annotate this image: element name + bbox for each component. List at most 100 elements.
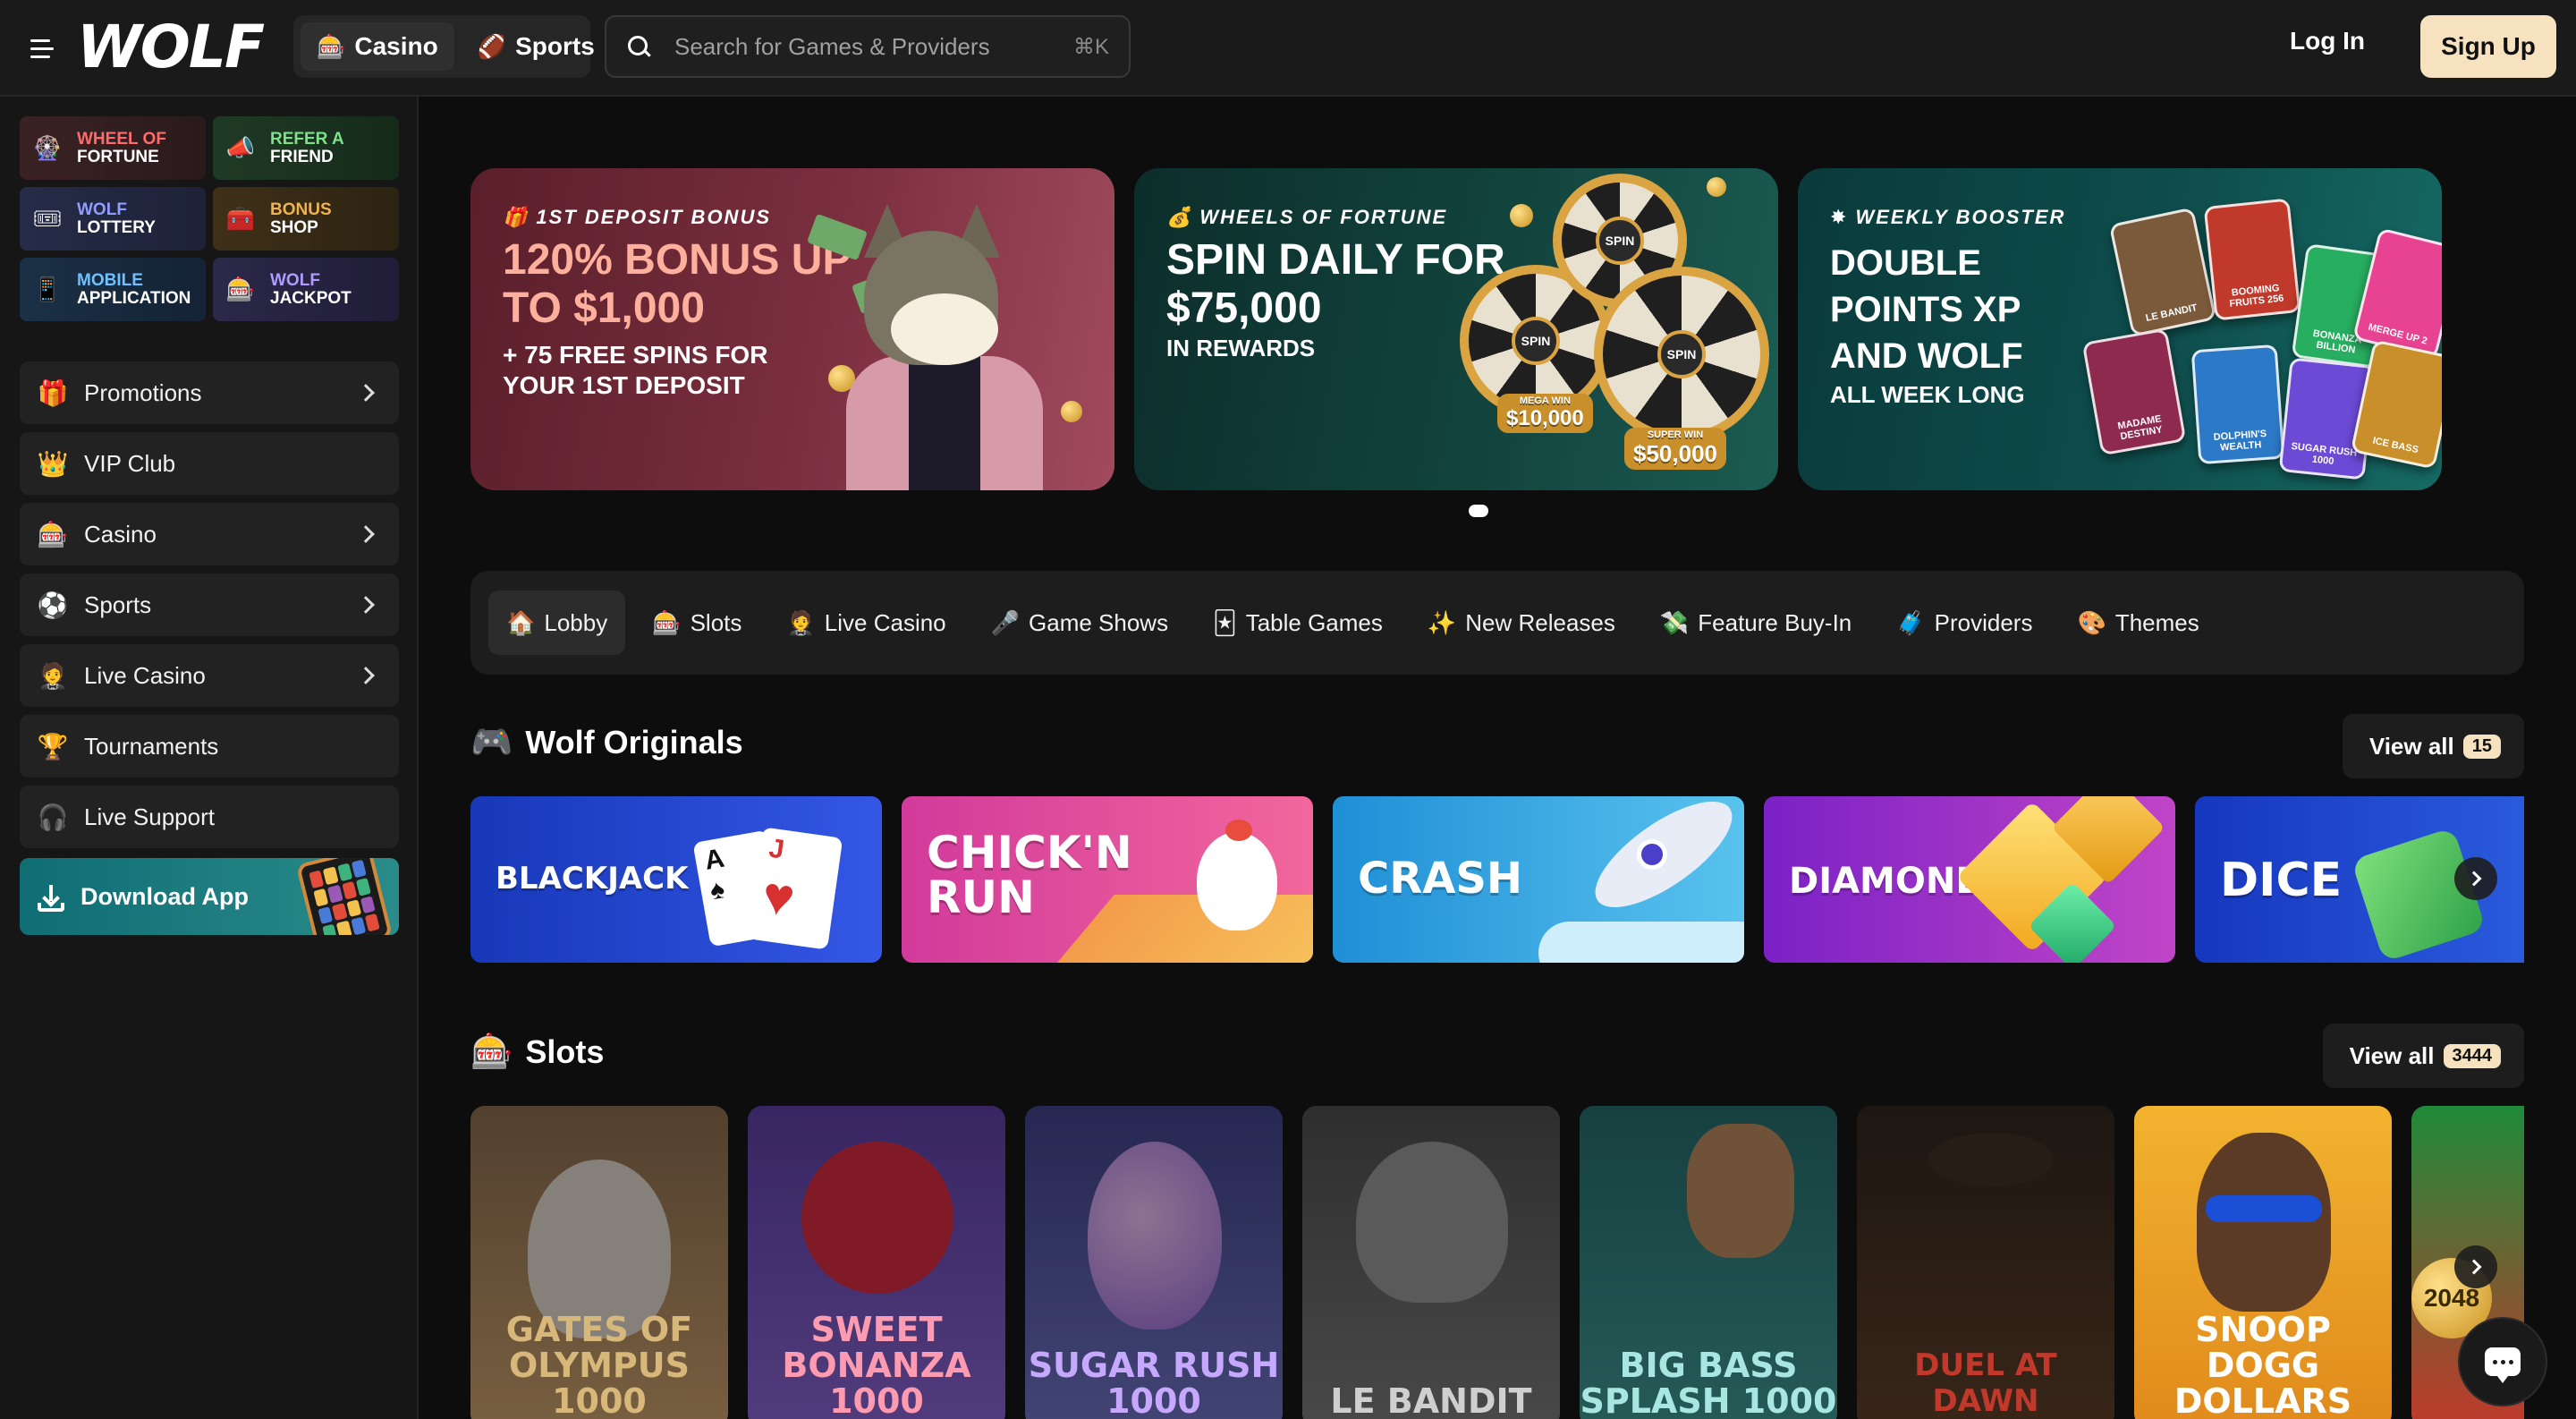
tab-live-casino[interactable]: 🤵 Live Casino (768, 591, 963, 655)
quick-link-line1: Refer a (270, 129, 344, 149)
game-tile-big-bass-splash[interactable]: BIG BASS SPLASH 1000 (1580, 1106, 1837, 1419)
game-tile-sweet-bonanza[interactable]: SWEET BONANZA 1000 (748, 1106, 1005, 1419)
game-title: DICE (2220, 854, 2343, 907)
main-content: 🎁 1st Deposit Bonus 120% BONUS UP TO $1,0… (420, 97, 2576, 1419)
quick-link-line1: Bonus (270, 200, 332, 219)
search-icon (626, 34, 651, 59)
sidebar-item-label: Sports (84, 591, 152, 618)
tab-casino[interactable]: 🎰 Casino (301, 22, 454, 71)
gamepad-icon: 🎮 (470, 724, 513, 761)
view-all-originals-button[interactable]: View all 15 (2342, 714, 2524, 778)
sidebar-item-tournaments[interactable]: 🏆 Tournaments (20, 715, 399, 777)
sidebar-item-live-casino[interactable]: 🤵 Live Casino (20, 644, 399, 707)
sidebar-item-promotions[interactable]: 🎁 Promotions (20, 361, 399, 424)
signup-button[interactable]: Sign Up (2420, 15, 2556, 78)
casino-icon: 🎰 (37, 520, 69, 548)
tab-feature-buy-in[interactable]: 💸 Feature Buy-In (1642, 591, 1869, 655)
banner-wheels-of-fortune[interactable]: 💰 Wheels of Fortune SPIN DAILY FOR $75,00… (1134, 168, 1778, 490)
category-bar: 🏠 Lobby 🎰 Slots 🤵 Live Casino 🎤 Game Shows 🃏… (470, 571, 2524, 675)
banner-headline: 120% BONUS UP TO $1,000 (503, 236, 851, 332)
tab-new-releases[interactable]: ✨ New Releases (1410, 591, 1633, 655)
slots-next-button[interactable] (2454, 1245, 2497, 1288)
download-app-button[interactable]: Download App (20, 858, 399, 935)
game-tile-crash[interactable]: CRASH (1333, 796, 1744, 963)
hamburger-menu-icon[interactable] (30, 34, 59, 63)
originals-next-button[interactable] (2454, 857, 2497, 900)
slot-machine-icon: 🎰 (652, 608, 682, 636)
view-all-slots-button[interactable]: View all 3444 (2322, 1024, 2524, 1088)
themes-icon: 🎨 (2077, 608, 2106, 636)
game-tile-le-bandit[interactable]: LE BANDIT (1302, 1106, 1560, 1419)
game-title: SNOOP DOGG DOLLARS (2174, 1310, 2352, 1419)
quick-link-line2: Application (77, 288, 191, 308)
quick-link-refer-a-friend[interactable]: 📣 Refer a Friend (213, 116, 399, 180)
chevron-right-icon (357, 384, 375, 402)
sidebar-item-live-support[interactable]: 🎧 Live Support (20, 786, 399, 848)
sidebar-item-label: Live Support (84, 803, 215, 830)
tab-table-games[interactable]: 🃏 Table Games (1195, 591, 1401, 655)
quick-link-wolf-jackpot[interactable]: 🎰 Wolf Jackpot (213, 258, 399, 321)
providers-icon: 🧳 (1896, 608, 1926, 636)
game-title: LE BANDIT (1330, 1381, 1532, 1419)
shop-icon: 🧰 (225, 205, 256, 232)
live-chat-button[interactable] (2458, 1317, 2547, 1406)
tab-providers[interactable]: 🧳 Providers (1878, 591, 2050, 655)
quick-link-bonus-shop[interactable]: 🧰 Bonus Shop (213, 187, 399, 251)
section-header-slots: 🎰 Slots (470, 1032, 604, 1072)
tab-themes[interactable]: 🎨 Themes (2059, 591, 2216, 655)
banner-subtext: IN REWARDS (1166, 335, 1316, 361)
banner-kicker: 1st Deposit Bonus (536, 206, 771, 228)
game-title: CHICK'N RUN (927, 827, 1132, 923)
game-tile-blackjack[interactable]: BLACKJACK A ♠ J ♥ (470, 796, 882, 963)
sunglasses-illustration (2206, 1195, 2322, 1222)
jack-card-illustration: J ♥ (747, 827, 843, 950)
quick-link-line2: Jackpot (270, 288, 352, 308)
quick-link-wolf-lottery[interactable]: 🎟 Wolf Lottery (20, 187, 206, 251)
sidebar-item-sports[interactable]: ⚽ Sports (20, 574, 399, 636)
game-tile-chickn-run[interactable]: CHICK'N RUN (902, 796, 1313, 963)
sidebar-item-label: Promotions (84, 378, 202, 406)
wheel-hub-label: SPIN (1512, 317, 1560, 365)
tab-game-shows[interactable]: 🎤 Game Shows (973, 591, 1186, 655)
tab-slots[interactable]: 🎰 Slots (634, 591, 759, 655)
quick-link-mobile-application[interactable]: 📱 Mobile Application (20, 258, 206, 321)
tab-lobby[interactable]: 🏠 Lobby (488, 591, 626, 655)
fortune-wheel-large: SPIN (1594, 267, 1769, 442)
carousel-indicator[interactable] (1469, 505, 1488, 517)
game-tile-gates-of-olympus[interactable]: GATES OF OLYMPUS 1000 (470, 1106, 728, 1419)
tab-label: Providers (1934, 608, 2033, 636)
tab-sports[interactable]: 🏈 Sports (462, 22, 611, 71)
game-tile-sugar-rush[interactable]: SUGAR RUSH 1000 (1025, 1106, 1283, 1419)
game-tile-duel-at-dawn[interactable]: DUEL AT DAWN (1857, 1106, 2114, 1419)
game-tile-snoop-dogg-dollars[interactable]: SNOOP DOGG DOLLARS (2134, 1106, 2392, 1419)
headset-icon: 🎧 (37, 803, 69, 831)
dealer-icon: 🤵 (37, 661, 69, 690)
sidebar-item-label: Live Casino (84, 661, 206, 689)
sidebar-item-casino[interactable]: 🎰 Casino (20, 503, 399, 565)
game-card-madame-destiny: MADAME DESTINY (2081, 327, 2187, 456)
banner-deposit-bonus[interactable]: 🎁 1st Deposit Bonus 120% BONUS UP TO $1,0… (470, 168, 1114, 490)
product-switch: 🎰 Casino 🏈 Sports (293, 15, 595, 78)
quick-link-line1: Wheel of (77, 129, 166, 149)
search-input[interactable] (674, 32, 1073, 61)
game-card-le-bandit: LE BANDIT (2108, 207, 2217, 337)
banner-kicker: Wheels of Fortune (1199, 206, 1448, 228)
coin-decoration (1707, 177, 1726, 197)
cloud-illustration (1538, 922, 1744, 963)
search-bar[interactable]: ⌘K (605, 15, 1131, 78)
quick-link-wheel-of-fortune[interactable]: 🎡 Wheel of Fortune (20, 116, 206, 180)
game-title: SWEET BONANZA 1000 (782, 1310, 971, 1419)
game-tile-diamonds[interactable]: DIAMONDS (1764, 796, 2175, 963)
sidebar-item-vip-club[interactable]: 👑 VIP Club (20, 432, 399, 495)
chat-bubble-icon (2485, 1347, 2521, 1383)
chevron-right-icon (2466, 871, 2482, 887)
chevron-right-icon (2466, 1259, 2482, 1275)
tab-label: Slots (690, 608, 742, 636)
login-button[interactable]: Log In (2290, 27, 2365, 55)
wolf-logo[interactable]: WOLF (77, 16, 265, 79)
trophy-icon: 🏆 (37, 732, 69, 760)
banner-weekly-booster[interactable]: ✸ Weekly Booster DOUBLE POINTS XP AND WOL… (1798, 168, 2442, 490)
tab-label: Game Shows (1029, 608, 1169, 636)
super-win-tag: SUPER WIN $50,000 (1624, 428, 1726, 470)
megaphone-icon: 📣 (225, 134, 256, 161)
